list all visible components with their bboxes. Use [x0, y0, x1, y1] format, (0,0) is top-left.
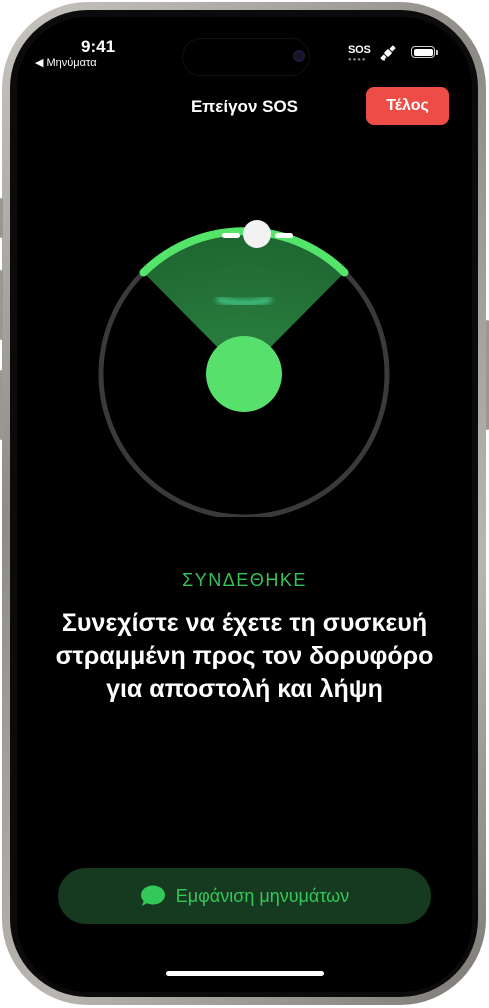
home-indicator[interactable]	[166, 971, 324, 976]
action-button	[0, 198, 3, 238]
screen: 9:41 ◀ Μηνύματα SOS ●●●● Επείγον SOS Τέλ…	[17, 17, 472, 992]
instruction-text: Συνεχίστε να έχετε τη συσκευή στραμμένη …	[55, 609, 434, 703]
show-messages-label: Εμφάνιση μηνυμάτων	[175, 885, 350, 906]
satellite-marker-left	[222, 233, 240, 238]
signal-dots: ●●●●	[348, 57, 367, 63]
status-time: 9:41	[81, 37, 116, 56]
back-to-messages-link[interactable]: ◀ Μηνύματα	[35, 56, 97, 69]
battery-full-icon	[411, 46, 435, 58]
connection-status: ΣΥΝΔΕΘΗΚΕ	[182, 570, 307, 590]
satellite-marker-right	[275, 233, 293, 238]
volume-up-button	[0, 270, 3, 340]
volume-down-button	[0, 370, 3, 440]
battery-tip	[436, 50, 438, 55]
satellite-icon	[380, 45, 396, 61]
message-bubble-icon	[140, 885, 165, 906]
front-camera	[293, 50, 305, 62]
satellite-alignment-dial	[98, 220, 390, 517]
dynamic-island	[183, 39, 309, 75]
battery-level	[413, 48, 433, 56]
sos-indicator: SOS	[348, 44, 371, 56]
satellite-position-icon	[243, 220, 271, 248]
done-button[interactable]: Τέλος	[366, 87, 449, 125]
show-messages-button[interactable]: Εμφάνιση μηνυμάτων	[58, 868, 431, 924]
phone-position-dot	[206, 336, 282, 412]
